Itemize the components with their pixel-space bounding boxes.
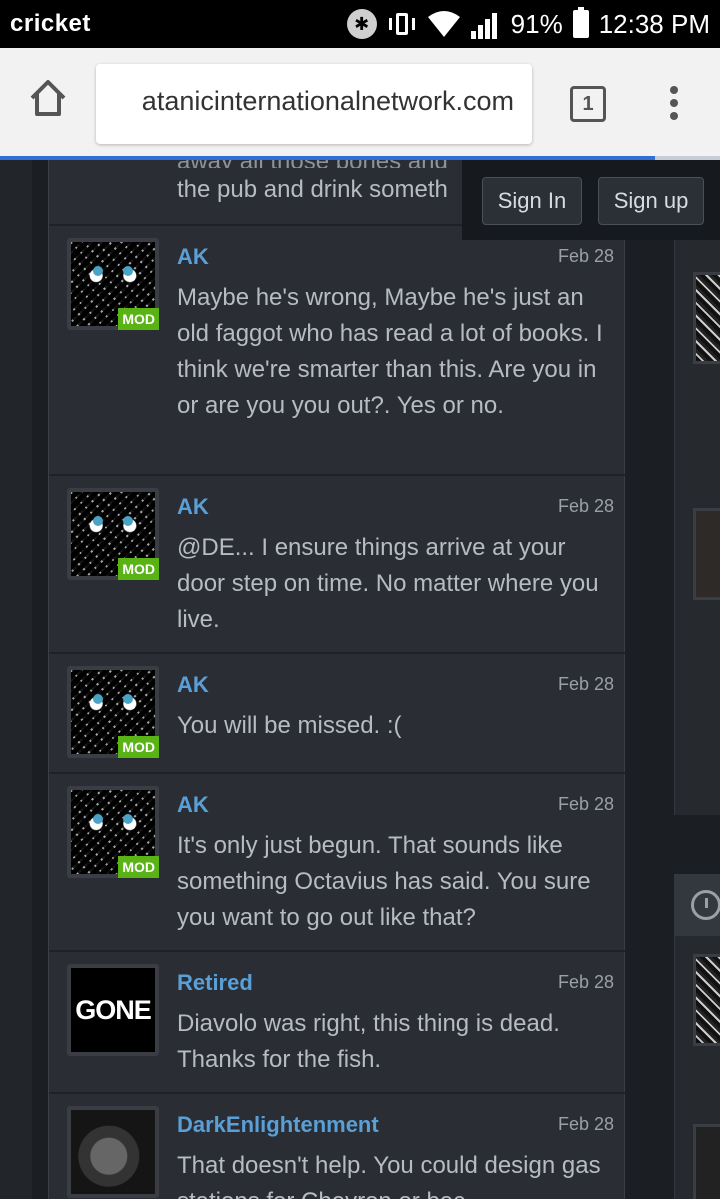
address-bar[interactable]: atanicinternationalnetwork.com	[96, 64, 532, 144]
left-gutter	[0, 160, 32, 1199]
avatar[interactable]	[693, 508, 720, 600]
avatar[interactable]	[693, 954, 720, 1046]
browser-toolbar: atanicinternationalnetwork.com 1	[0, 48, 720, 156]
avatar[interactable]: MOD	[67, 238, 159, 330]
list-item: MOD AK Feb 28 You will be missed. :(	[49, 654, 626, 774]
message-date: Feb 28	[557, 794, 614, 814]
clock-icon	[691, 890, 720, 920]
avatar[interactable]	[67, 1106, 159, 1198]
carrier-label: cricket	[10, 10, 91, 37]
mod-badge: MOD	[118, 736, 159, 758]
wifi-icon	[427, 11, 460, 37]
message-text: @DE... I ensure things arrive at your do…	[177, 534, 599, 633]
avatar[interactable]	[693, 272, 720, 364]
author-link[interactable]: AK	[177, 244, 209, 270]
home-icon[interactable]	[24, 74, 72, 122]
message-date: Feb 28	[557, 496, 614, 516]
avatar[interactable]: MOD	[67, 786, 159, 878]
battery-icon	[572, 7, 589, 38]
list-item: MOD AK Feb 28 @DE... I ensure things arr…	[49, 476, 626, 654]
author-link[interactable]: AK	[177, 792, 209, 818]
message-text: Maybe he's wrong, Maybe he's just an old…	[177, 284, 603, 419]
mod-badge: MOD	[118, 558, 159, 580]
mod-badge: MOD	[118, 856, 159, 878]
message-text: That doesn't help. You could design gas …	[177, 1152, 601, 1199]
list-item: GONE Retired Feb 28 Diavolo was right, t…	[49, 952, 626, 1094]
sign-up-button[interactable]: Sign up	[598, 177, 704, 225]
mod-badge: MOD	[118, 308, 159, 330]
avatar[interactable]: MOD	[67, 666, 159, 758]
auth-bar: Sign In Sign up	[462, 160, 720, 240]
sign-in-button[interactable]: Sign In	[482, 177, 582, 225]
list-item: MOD AK Feb 28 It's only just begun. That…	[49, 774, 626, 952]
message-text: You will be missed. :(	[177, 712, 402, 739]
author-link[interactable]: Retired	[177, 970, 253, 996]
clock-time: 12:38 PM	[598, 8, 710, 39]
status-bar: cricket ✱ 91% 12:38 PM	[0, 0, 720, 48]
sidebar-panel	[674, 240, 720, 815]
avatar[interactable]	[693, 1124, 720, 1199]
author-link[interactable]: AK	[177, 672, 209, 698]
vibrate-icon	[387, 9, 417, 39]
sidebar-panel	[674, 874, 720, 1199]
tab-switcher-button[interactable]: 1	[570, 86, 606, 122]
list-item: DarkEnlightenment Feb 28 That doesn't he…	[49, 1094, 626, 1199]
shoutbox-feed: away all those bones and the pub and dri…	[48, 160, 626, 1199]
page-content: away all those bones and the pub and dri…	[0, 160, 720, 1199]
message-text: It's only just begun. That sounds like s…	[177, 832, 591, 931]
avatar[interactable]: GONE	[67, 964, 159, 1056]
signal-icon	[470, 9, 501, 39]
author-link[interactable]: DarkEnlightenment	[177, 1112, 379, 1138]
message-date: Feb 28	[557, 674, 614, 694]
bluetooth-icon: ✱	[346, 9, 377, 39]
list-item: MOD AK Feb 28 Maybe he's wrong, Maybe he…	[49, 226, 626, 476]
author-link[interactable]: AK	[177, 494, 209, 520]
more-vert-icon[interactable]	[664, 86, 684, 124]
message-date: Feb 28	[557, 972, 614, 992]
url-text: atanicinternationalnetwork.com	[141, 86, 514, 116]
message-text: Diavolo was right, this thing is dead. T…	[177, 1010, 560, 1073]
message-date: Feb 28	[557, 246, 614, 266]
avatar[interactable]: MOD	[67, 488, 159, 580]
battery-percent: 91%	[510, 8, 563, 39]
message-date: Feb 28	[557, 1114, 614, 1134]
panel-header	[675, 874, 720, 936]
